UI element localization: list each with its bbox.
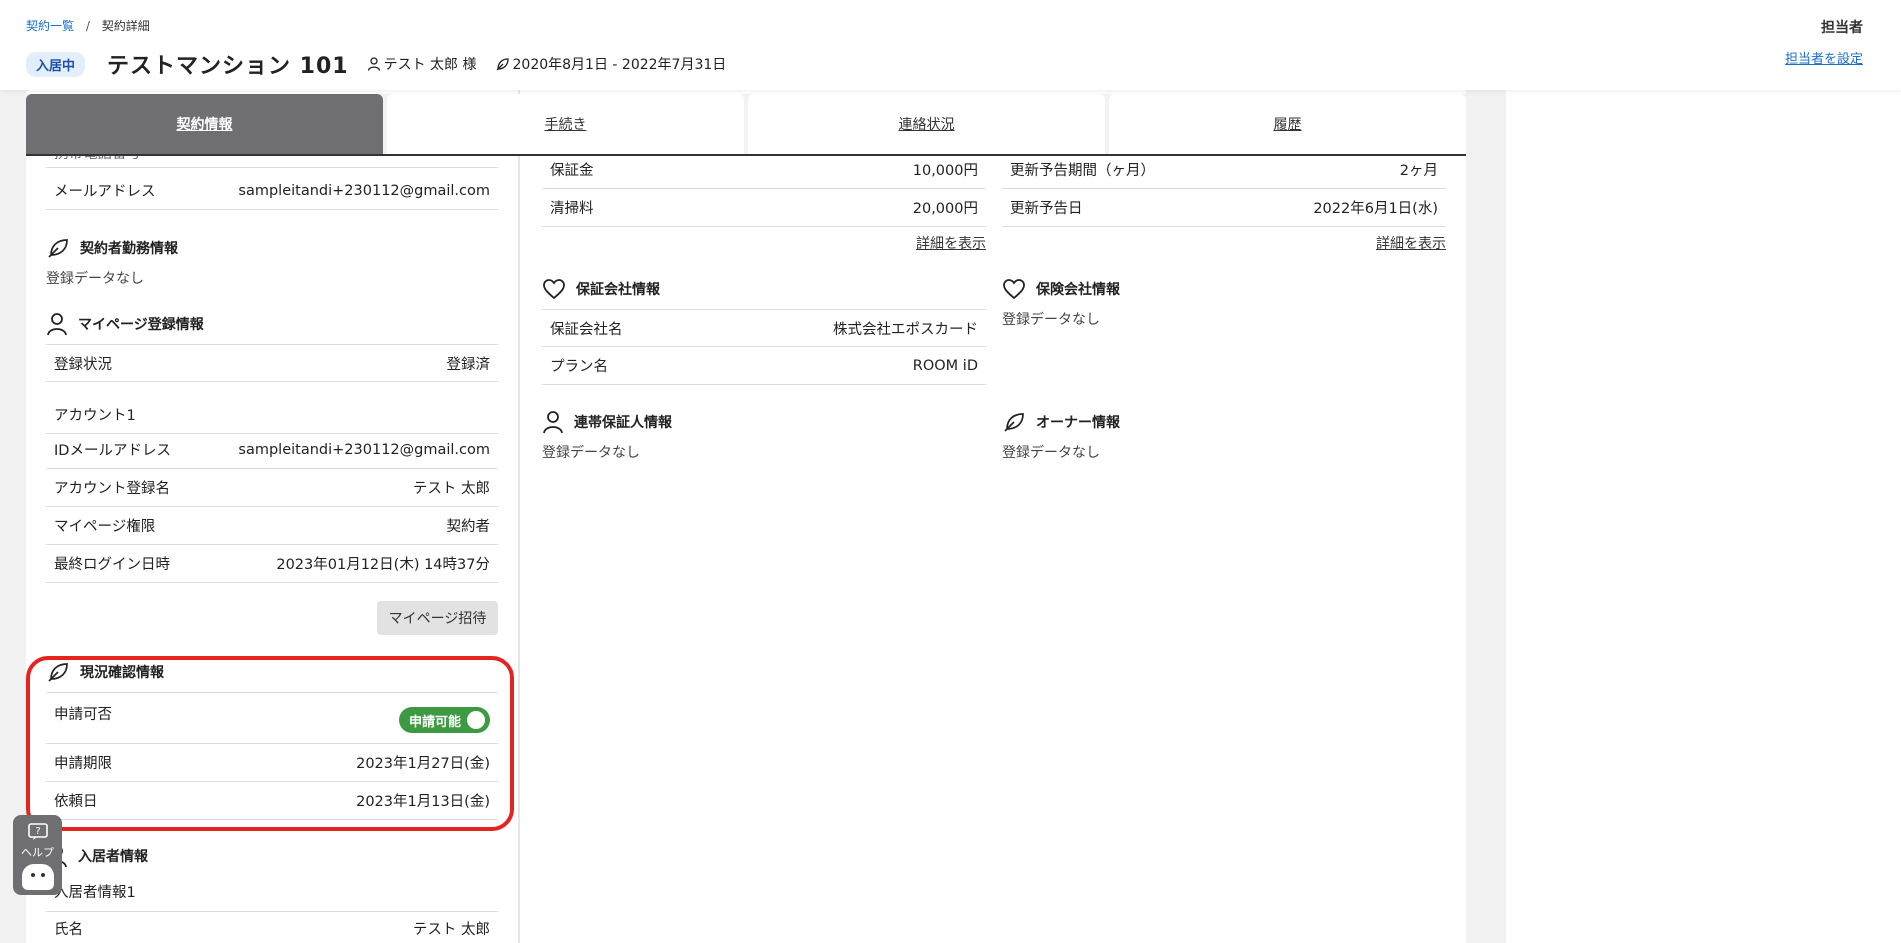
work-info-empty: 登録データなし	[46, 271, 144, 287]
deposit-row: 保証金 10,000円	[542, 151, 986, 189]
renewal-notice-period-row: 更新予告期間（ヶ月） 2ヶ月	[1002, 151, 1446, 189]
breadcrumb-separator: /	[85, 19, 90, 33]
row-value: sampleitandi+230112@gmail.com	[238, 182, 490, 199]
mypage-row-last-login: 最終ログイン日時 2023年01月12日(木) 14時37分	[46, 545, 498, 583]
mypage-title: マイページ登録情報	[46, 312, 204, 336]
owner-empty: 登録データなし	[1002, 445, 1100, 461]
row-value: テスト 太郎	[412, 481, 490, 497]
side-panel	[1506, 90, 1901, 943]
tab-procedures[interactable]: 手続き	[387, 94, 744, 154]
row-label: 清掃料	[550, 201, 594, 217]
guarantor-plan-row: プラン名 ROOM iD	[542, 347, 986, 385]
row-value: ROOM iD	[912, 357, 978, 374]
breadcrumb-current: 契約詳細	[101, 19, 150, 33]
insurance-title: 保険会社情報	[1002, 278, 1120, 300]
mypage-invite-button[interactable]: マイページ招待	[377, 601, 498, 635]
heart-icon	[1003, 279, 1025, 300]
feather-icon	[496, 57, 509, 70]
row-label: 更新予告期間（ヶ月）	[1010, 163, 1155, 179]
guarantor-company-name-row: 保証会社名 株式会社エポスカード	[542, 309, 986, 347]
mypage-row-permission: マイページ権限 契約者	[46, 507, 498, 545]
tenant-meta: テスト 太郎 様	[367, 54, 477, 74]
page-header: 契約一覧 / 契約詳細 入居中 テストマンション 101 テスト 太郎 様 20…	[0, 0, 1901, 90]
row-value: 2022年6月1日(水)	[1313, 201, 1438, 217]
cleaning-fee-row: 清掃料 20,000円	[542, 189, 986, 227]
assignee-label: 担当者	[1821, 20, 1863, 36]
tab-bar: 契約情報 手続き 連絡状況 履歴	[26, 94, 1466, 156]
row-value: 10,000円	[912, 163, 978, 179]
breadcrumb-contract-list[interactable]: 契約一覧	[26, 19, 74, 33]
owner-title: オーナー情報	[1002, 410, 1120, 434]
tab-history[interactable]: 履歴	[1109, 94, 1466, 154]
person-icon	[367, 57, 380, 71]
email-row: メールアドレス sampleitandi+230112@gmail.com	[46, 172, 498, 210]
row-label: マイページ権限	[54, 519, 156, 535]
row-value: sampleitandi+230112@gmail.com	[238, 441, 490, 458]
guarantor-company-title: 保証会社情報	[542, 278, 660, 300]
account-heading: アカウント1	[54, 408, 136, 424]
column-divider	[518, 90, 520, 943]
mypage-row-email: IDメールアドレス sampleitandi+230112@gmail.com	[46, 431, 498, 469]
row-value: 2ヶ月	[1399, 163, 1438, 179]
feather-icon	[1004, 413, 1024, 432]
person-icon	[47, 313, 67, 336]
row-value: 20,000円	[912, 201, 978, 217]
person-icon	[543, 411, 563, 434]
joint-guarantor-empty: 登録データなし	[542, 445, 640, 461]
row-label: 氏名	[54, 922, 83, 938]
help-label: ヘルプ	[21, 846, 54, 859]
row-label: IDメールアドレス	[54, 443, 171, 459]
row-label: プラン名	[550, 359, 608, 375]
svg-text:?: ?	[35, 826, 40, 837]
joint-guarantor-title: 連帯保証人情報	[542, 410, 672, 434]
residents-heading-row: 入居者情報1	[46, 872, 498, 912]
set-assignee-link[interactable]: 担当者を設定	[1785, 48, 1863, 67]
middle-detail-link[interactable]: 詳細を表示	[916, 233, 986, 253]
contract-period: 2020年8月1日 - 2022年7月31日	[512, 57, 727, 73]
feather-icon	[48, 239, 68, 258]
status-badge: 入居中	[26, 51, 86, 77]
help-icon: ?	[27, 823, 48, 840]
row-value: 契約者	[446, 519, 491, 535]
tab-contract-info[interactable]: 契約情報	[26, 94, 383, 154]
account-heading-row: アカウント1	[46, 396, 498, 434]
row-label: アカウント登録名	[54, 481, 170, 497]
mypage-status-row: 登録状況 登録済	[46, 344, 498, 382]
row-label: メールアドレス	[54, 184, 156, 200]
mypage-row-account-name: アカウント登録名 テスト 太郎	[46, 469, 498, 507]
row-label: 登録状況	[54, 356, 112, 373]
tenant-name: テスト 太郎 様	[383, 57, 477, 73]
highlight-frame	[26, 656, 514, 831]
row-label: 保証会社名	[550, 321, 623, 338]
renewal-notice-date-row: 更新予告日 2022年6月1日(水)	[1002, 189, 1446, 227]
row-value: 2023年01月12日(木) 14時37分	[276, 557, 490, 573]
row-label: 保証金	[550, 163, 594, 179]
row-label: 更新予告日	[1010, 201, 1083, 217]
residents-heading: 入居者情報1	[54, 885, 136, 901]
work-info-title: 契約者勤務情報	[46, 236, 178, 260]
row-value: テスト 太郎	[412, 922, 490, 938]
breadcrumb: 契約一覧 / 契約詳細	[26, 17, 150, 34]
title-row: 入居中 テストマンション 101 テスト 太郎 様 2020年8月1日 - 20…	[26, 48, 726, 80]
mascot-icon	[21, 864, 54, 890]
page-title: テストマンション 101	[107, 54, 349, 79]
row-value: 株式会社エポスカード	[833, 321, 978, 338]
tab-contact-status[interactable]: 連絡状況	[748, 94, 1105, 154]
row-value: 登録済	[446, 356, 491, 373]
help-widget[interactable]: ? ヘルプ	[13, 815, 62, 895]
row-label: 最終ログイン日時	[54, 557, 170, 573]
right-detail-link[interactable]: 詳細を表示	[1376, 233, 1446, 253]
resident-name-row: 氏名 テスト 太郎	[46, 912, 498, 943]
period-meta: 2020年8月1日 - 2022年7月31日	[495, 54, 727, 74]
heart-icon	[543, 279, 565, 300]
insurance-empty: 登録データなし	[1002, 312, 1100, 328]
